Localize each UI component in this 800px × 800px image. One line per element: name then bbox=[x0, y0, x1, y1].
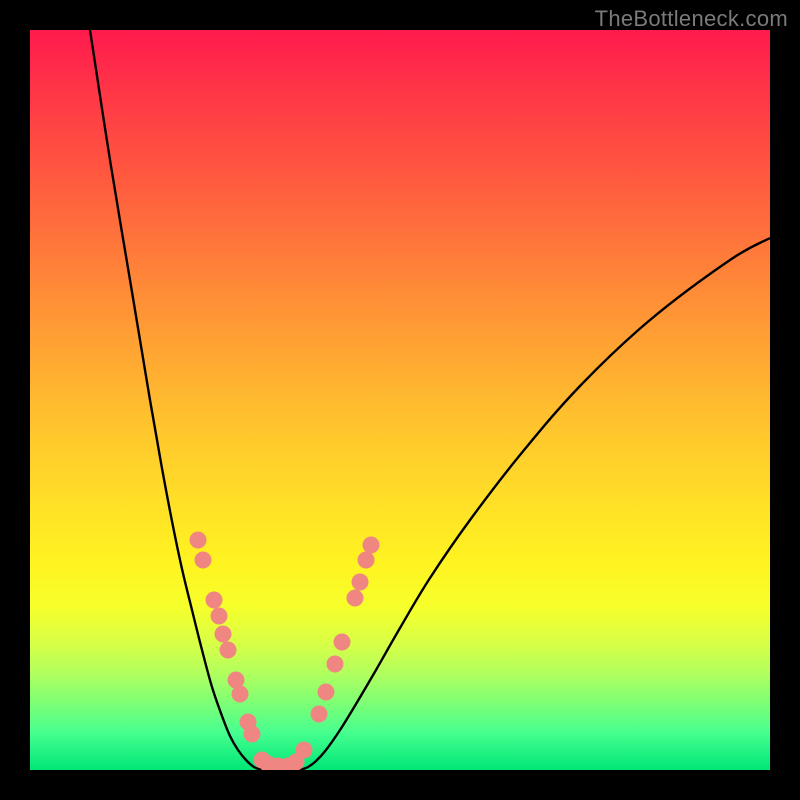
data-dot bbox=[327, 656, 344, 673]
data-dot bbox=[206, 592, 223, 609]
data-dot bbox=[211, 608, 228, 625]
chart-plot-area bbox=[30, 30, 770, 770]
data-dot bbox=[296, 742, 313, 759]
data-dot bbox=[244, 726, 261, 743]
data-dot bbox=[232, 686, 249, 703]
data-dot bbox=[318, 684, 335, 701]
data-dot bbox=[334, 634, 351, 651]
data-dot bbox=[352, 574, 369, 591]
curve-left bbox=[90, 30, 262, 770]
data-dot bbox=[311, 706, 328, 723]
data-dot bbox=[358, 552, 375, 569]
chart-svg bbox=[30, 30, 770, 770]
data-dot bbox=[215, 626, 232, 643]
data-dots bbox=[190, 532, 380, 771]
curve-right bbox=[300, 238, 770, 770]
data-dot bbox=[195, 552, 212, 569]
watermark-text: TheBottleneck.com bbox=[595, 6, 788, 32]
data-dot bbox=[363, 537, 380, 554]
data-dot bbox=[190, 532, 207, 549]
data-dot bbox=[220, 642, 237, 659]
data-dot bbox=[347, 590, 364, 607]
